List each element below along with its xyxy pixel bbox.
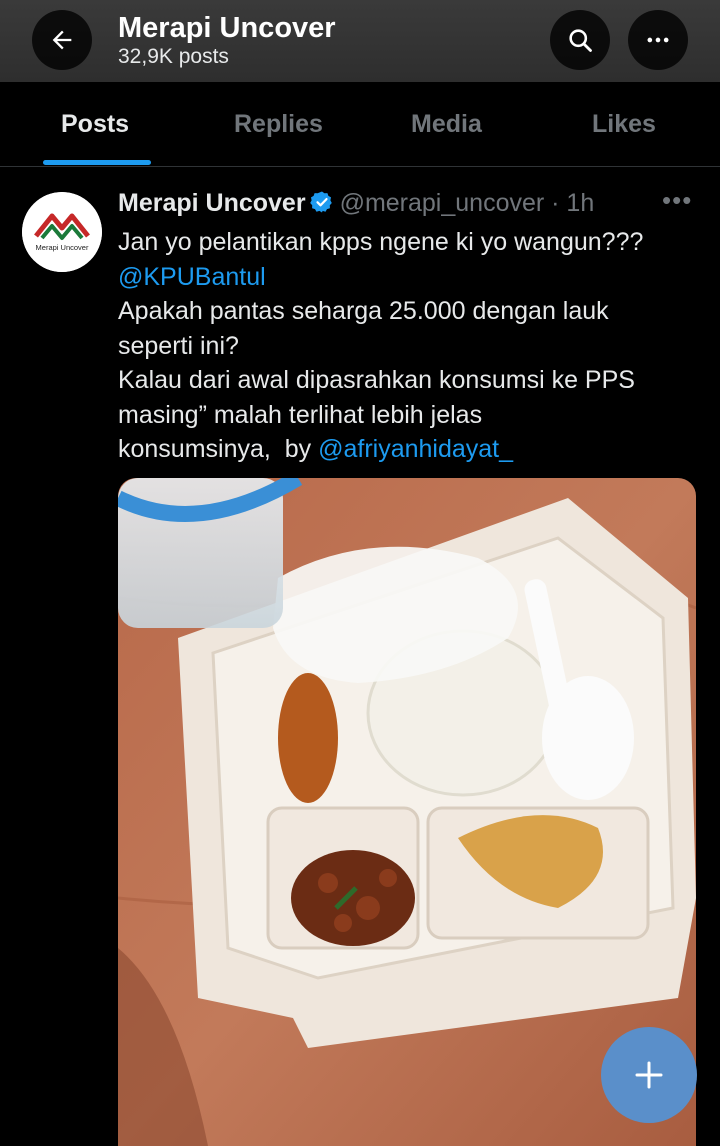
avatar-logo-text: Merapi Uncover bbox=[36, 243, 89, 252]
author-handle[interactable]: @merapi_uncover bbox=[340, 189, 545, 217]
post-text: Jan yo pelantikan kpps ngene ki yo wangu… bbox=[118, 225, 708, 467]
post-text-line: seperti ini? bbox=[118, 331, 239, 360]
back-button[interactable] bbox=[32, 10, 92, 70]
more-icon bbox=[647, 37, 669, 43]
back-arrow-icon bbox=[52, 30, 72, 50]
more-options-button[interactable] bbox=[628, 10, 688, 70]
mention-link[interactable]: @KPUBantul bbox=[118, 260, 708, 295]
header-title-block: Merapi Uncover 32,9K posts bbox=[118, 12, 336, 70]
post-header: Merapi Uncover @merapi_uncover · 1h bbox=[118, 189, 594, 221]
mention-link[interactable]: @afriyanhidayat_ bbox=[318, 435, 513, 463]
verified-badge-icon bbox=[309, 190, 334, 221]
post-more-icon[interactable]: ••• bbox=[662, 185, 692, 216]
post-time: · 1h bbox=[544, 189, 595, 217]
post-text-line: masing” malah terlihat lebih jelas bbox=[118, 400, 483, 429]
tab-posts[interactable]: Posts bbox=[61, 110, 129, 139]
post-text-line: Kalau dari awal dipasrahkan konsumsi ke … bbox=[118, 366, 635, 394]
author-name[interactable]: Merapi Uncover bbox=[118, 189, 306, 217]
post-text-line: konsumsinya, by @afriyanhidayat_ bbox=[118, 432, 708, 467]
post-count: 32,9K posts bbox=[118, 45, 229, 68]
search-icon bbox=[569, 29, 592, 52]
avatar[interactable]: Merapi Uncover bbox=[22, 192, 102, 272]
search-button[interactable] bbox=[550, 10, 610, 70]
merapi-logo: Merapi Uncover bbox=[22, 192, 102, 272]
compose-plus-icon bbox=[635, 1061, 663, 1089]
profile-tabs: Posts Replies Media Likes bbox=[0, 82, 720, 167]
page-title: Merapi Uncover bbox=[118, 12, 336, 44]
compose-button[interactable] bbox=[601, 1027, 697, 1123]
profile-header: Merapi Uncover 32,9K posts bbox=[0, 0, 720, 82]
tab-replies[interactable]: Replies bbox=[234, 110, 323, 139]
tab-media[interactable]: Media bbox=[411, 110, 482, 139]
tab-likes[interactable]: Likes bbox=[592, 110, 656, 139]
post-text-line: Apakah pantas seharga 25.000 dengan lauk bbox=[118, 297, 609, 325]
active-tab-indicator bbox=[43, 160, 151, 165]
post-text-line: Jan yo pelantikan kpps ngene ki yo wangu… bbox=[118, 228, 644, 256]
post-text-fragment: konsumsinya, by bbox=[118, 435, 319, 463]
